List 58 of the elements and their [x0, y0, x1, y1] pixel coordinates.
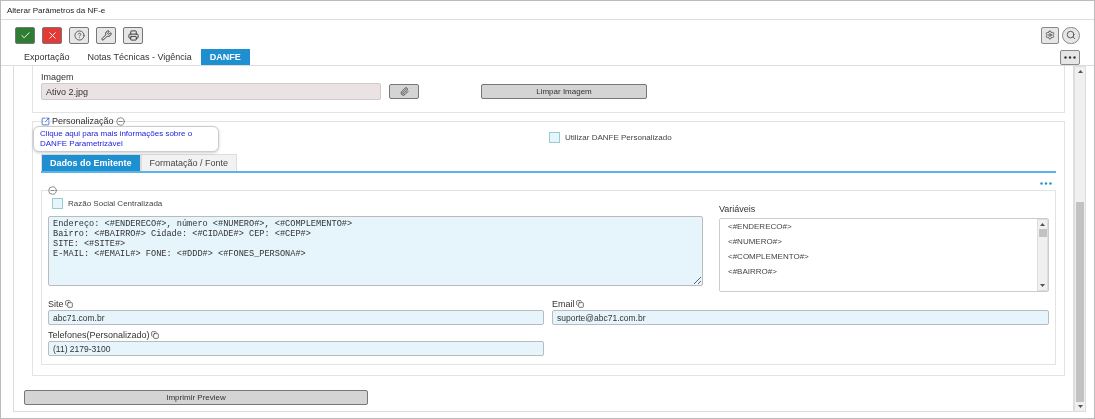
list-item[interactable]: <#COMPLEMENTO#>	[728, 252, 1029, 261]
confirm-button[interactable]	[15, 26, 35, 44]
field-label: Imagem	[41, 72, 74, 82]
settings-icon	[1045, 30, 1055, 40]
tab[interactable]: Exportação	[15, 49, 79, 65]
close-icon	[46, 29, 58, 41]
window-title: Alterar Parâmetros da NF-e	[1, 1, 1094, 20]
collapse-icon[interactable]	[115, 116, 125, 126]
help-icon	[73, 29, 85, 41]
scroll-down-icon[interactable]	[1040, 284, 1045, 287]
scroll-thumb[interactable]	[1076, 202, 1084, 402]
tab[interactable]: Dados do Emitente	[41, 154, 141, 171]
scroll-thumb[interactable]	[1038, 229, 1047, 237]
clear-image-button[interactable]: Limpar Imagem	[481, 84, 647, 99]
field-label: Email	[552, 299, 1049, 309]
check-icon	[19, 29, 31, 41]
copy-icon[interactable]	[575, 300, 584, 308]
scrollbar[interactable]	[1037, 219, 1048, 291]
scroll-down-icon[interactable]	[1077, 405, 1083, 408]
scroll-up-icon[interactable]	[1040, 223, 1045, 226]
attach-button[interactable]	[389, 84, 419, 99]
phones-input[interactable]: (11) 2179-3100	[48, 341, 544, 356]
field-label: Variáveis	[719, 204, 757, 214]
field-label: Telefones(Personalizado)	[48, 330, 544, 340]
wrench-icon	[100, 29, 112, 41]
printer-icon	[127, 29, 139, 41]
section-legend: Personalização	[52, 116, 114, 126]
more-button[interactable]	[1060, 50, 1080, 65]
list-item[interactable]: <#NUMERO#>	[728, 237, 1029, 246]
field-label: Site	[48, 299, 544, 309]
template-textarea[interactable]: Endereço: <#ENDERECO#>, número <#NUMERO#>, <#COMPLEMENTO#> Bairro: <#BAIRRO#> Cidade: <#CIDADE#> CEP: <#CEP#> SITE: <#SITE#> E-MAIL: <#EMAIL#> FONE: <#DDD#> <#FONES_PERSONA#>	[48, 216, 703, 286]
print-preview-button[interactable]: Imprimir Preview	[24, 390, 368, 405]
scrollbar[interactable]	[1074, 66, 1086, 412]
collapse-icon[interactable]	[48, 186, 57, 195]
tab[interactable]: DANFE	[200, 49, 250, 65]
copy-icon[interactable]	[150, 331, 159, 339]
more-icon[interactable]	[1064, 56, 1076, 59]
variables-listbox[interactable]: <#ENDERECO#> <#NUMERO#> <#COMPLEMENTO#> <#BAIRRO#>	[719, 218, 1049, 292]
external-link-icon[interactable]	[41, 116, 50, 126]
tab[interactable]: Formatação / Fonte	[140, 154, 238, 171]
list-item[interactable]: <#ENDERECO#>	[728, 222, 1029, 231]
copy-icon[interactable]	[64, 300, 73, 308]
cancel-button[interactable]	[42, 26, 62, 44]
scroll-up-icon[interactable]	[1077, 70, 1083, 73]
site-input[interactable]: abc71.com.br	[48, 310, 544, 325]
info-tooltip[interactable]: Clique aqui para mais informações sobre o DANFE Parametrizável	[33, 126, 219, 152]
tab[interactable]: Notas Técnicas - Vigência	[78, 49, 201, 65]
paperclip-icon	[399, 87, 409, 96]
custom-danfe-checkbox[interactable]: Utilizar DANFE Personalizado	[549, 132, 672, 143]
help-button[interactable]	[69, 26, 89, 44]
list-item[interactable]: <#BAIRRO#>	[728, 267, 1029, 276]
search-button[interactable]	[1062, 26, 1080, 44]
email-input[interactable]: suporte@abc71.com.br	[552, 310, 1049, 325]
search-icon	[1066, 30, 1076, 40]
settings-button[interactable]	[1041, 26, 1059, 44]
print-button[interactable]	[123, 26, 143, 44]
tools-button[interactable]	[96, 26, 116, 44]
image-field[interactable]: Ativo 2.jpg	[41, 83, 381, 100]
